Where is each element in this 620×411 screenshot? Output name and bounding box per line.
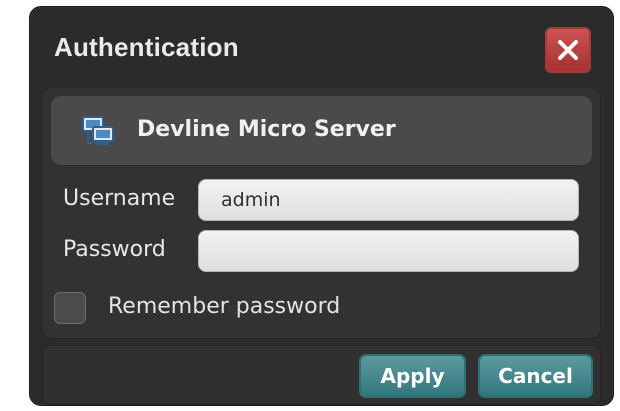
username-input[interactable]: admin bbox=[198, 179, 579, 221]
dialog-title: Authentication bbox=[54, 32, 239, 62]
dialog-title-bar: Authentication bbox=[30, 7, 613, 85]
server-name: Devline Micro Server bbox=[137, 117, 396, 142]
remember-password-row[interactable]: Remember password bbox=[54, 292, 504, 326]
password-input[interactable] bbox=[198, 230, 579, 272]
server-header: Devline Micro Server bbox=[51, 96, 592, 165]
remember-password-label[interactable]: Remember password bbox=[108, 294, 340, 319]
cancel-button[interactable]: Cancel bbox=[478, 354, 593, 398]
content-panel: Devline Micro Server Username admin Pass… bbox=[42, 87, 601, 339]
remember-password-checkbox[interactable] bbox=[54, 292, 86, 324]
authentication-dialog: Authentication Devline Micro Server User… bbox=[29, 6, 614, 406]
password-label: Password bbox=[63, 237, 166, 262]
close-icon bbox=[558, 40, 578, 60]
apply-button[interactable]: Apply bbox=[359, 354, 466, 398]
close-button[interactable] bbox=[545, 27, 591, 73]
network-computers-icon bbox=[82, 116, 114, 145]
dialog-footer: Apply Cancel bbox=[42, 345, 601, 405]
username-label: Username bbox=[63, 186, 176, 211]
